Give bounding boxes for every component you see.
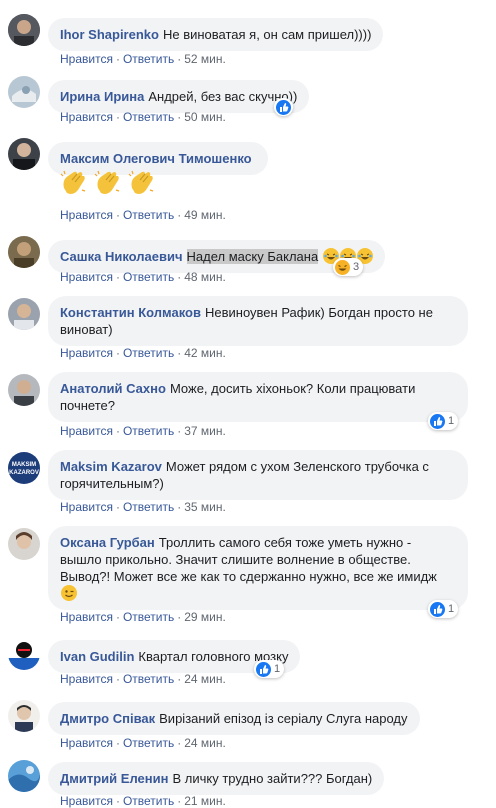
clapping-hands-emoji — [58, 168, 88, 198]
comment-time[interactable]: 24 мин. — [184, 672, 226, 686]
reply-button[interactable]: Ответить — [123, 794, 174, 808]
like-button[interactable]: Нравится — [60, 794, 113, 808]
reactions-badge[interactable]: 1 — [428, 412, 459, 430]
comment-time[interactable]: 24 мин. — [184, 736, 226, 750]
comment-actions: Нравится · Ответить · 52 мин. — [60, 52, 226, 66]
reactions-badge[interactable] — [274, 98, 293, 116]
like-button[interactable]: Нравится — [60, 610, 113, 624]
comment-actions: Нравится · Ответить · 24 мин. — [60, 672, 226, 686]
comment-bubble: Maksim Kazarov Может рядом с ухом Зеленск… — [48, 450, 468, 500]
reply-button[interactable]: Ответить — [123, 424, 174, 438]
comment-actions: Нравится · Ответить · 24 мин. — [60, 736, 226, 750]
reply-button[interactable]: Ответить — [123, 52, 174, 66]
avatar[interactable]: MAKSIM KAZAROV — [8, 452, 40, 484]
comment-author[interactable]: Максим Олегович Тимошенко — [60, 151, 252, 166]
comment-author[interactable]: Ivan Gudilin — [60, 649, 134, 664]
comment-time[interactable]: 37 мин. — [184, 424, 226, 438]
comment-actions: Нравится · Ответить · 42 мин. — [60, 346, 226, 360]
comment-bubble: Дмитрий Еленин В личку трудно зайти??? Бо… — [48, 762, 385, 795]
like-button[interactable]: Нравится — [60, 110, 113, 124]
reply-button[interactable]: Ответить — [123, 500, 174, 514]
comment-text: Вирізаний епізод із серіалу Слуга народу — [159, 711, 408, 726]
comment-author[interactable]: Ирина Ирина — [60, 89, 144, 104]
reply-button[interactable]: Ответить — [123, 672, 174, 686]
reaction-count: 1 — [448, 415, 455, 427]
like-button[interactable]: Нравится — [60, 736, 113, 750]
comment-actions: Нравится · Ответить · 35 мин. — [60, 500, 226, 514]
comment-author[interactable]: Ihor Shapirenko — [60, 27, 159, 42]
avatar[interactable] — [8, 700, 40, 732]
reply-button[interactable]: Ответить — [123, 736, 174, 750]
clapping-hands-emoji — [92, 168, 122, 198]
reaction-count: 1 — [448, 603, 455, 615]
comment-time[interactable]: 50 мин. — [184, 110, 226, 124]
reply-button[interactable]: Ответить — [123, 346, 174, 360]
comment-actions: Нравится · Ответить · 49 мин. — [60, 208, 226, 222]
comment-author[interactable]: Сашка Николаевич — [60, 249, 183, 264]
comment-text: Надел маску Баклана — [186, 249, 319, 264]
like-button[interactable]: Нравится — [60, 672, 113, 686]
reactions-badge[interactable]: 1 — [254, 660, 285, 678]
comment-author[interactable]: Оксана Гурбан — [60, 535, 155, 550]
like-reaction-icon — [430, 601, 445, 617]
comment-bubble: Оксана Гурбан Троллить самого себя тоже у… — [48, 526, 468, 610]
comment-time[interactable]: 52 мин. — [184, 52, 226, 66]
avatar[interactable] — [8, 76, 40, 108]
like-button[interactable]: Нравится — [60, 52, 113, 66]
avatar[interactable] — [8, 760, 40, 792]
avatar-logo: MAKSIM KAZAROV — [9, 462, 39, 476]
avatar[interactable] — [8, 638, 40, 670]
comment-bubble: Анатолий Сахно Може, досить хіхоньок? Кол… — [48, 372, 468, 422]
comment-author[interactable]: Дмитрий Еленин — [60, 771, 168, 786]
comment-bubble: Ирина Ирина Андрей, без вас скучно)) — [48, 80, 310, 113]
comment-bubble: Константин Колмаков Невиноувен Рафик) Бог… — [48, 296, 468, 346]
avatar[interactable] — [8, 14, 40, 46]
like-button[interactable]: Нравится — [60, 424, 113, 438]
like-reaction-icon — [276, 99, 291, 115]
comment-author[interactable]: Анатолий Сахно — [60, 381, 166, 396]
emoji-row — [58, 168, 160, 201]
comment-time[interactable]: 29 мин. — [184, 610, 226, 624]
reply-button[interactable]: Ответить — [123, 610, 174, 624]
reply-button[interactable]: Ответить — [123, 110, 174, 124]
comment-time[interactable]: 35 мин. — [184, 500, 226, 514]
comment-author[interactable]: Константин Колмаков — [60, 305, 201, 320]
avatar[interactable] — [8, 374, 40, 406]
comment-actions: Нравится · Ответить · 37 мин. — [60, 424, 226, 438]
like-button[interactable]: Нравится — [60, 500, 113, 514]
avatar[interactable] — [8, 528, 40, 560]
comment-bubble: Дмитро Співак Вирізаний епізод із серіалу… — [48, 702, 420, 735]
comment-time[interactable]: 49 мин. — [184, 208, 226, 222]
comment-time[interactable]: 48 мин. — [184, 270, 226, 284]
like-button[interactable]: Нравится — [60, 208, 113, 222]
comment-actions: Нравится · Ответить · 48 мин. — [60, 270, 226, 284]
comment-time[interactable]: 21 мин. — [184, 794, 226, 808]
comment-text: В личку трудно зайти??? Богдан) — [172, 771, 373, 786]
avatar[interactable] — [8, 138, 40, 170]
comment-text: Не виноватая я, он сам пришел)))) — [162, 27, 372, 42]
comment-actions: Нравится · Ответить · 21 мин. — [60, 794, 226, 808]
clapping-hands-emoji — [126, 168, 156, 198]
like-button[interactable]: Нравится — [60, 270, 113, 284]
reaction-count: 1 — [274, 663, 281, 675]
reactions-badge[interactable]: 3 — [333, 258, 364, 276]
wink-emoji — [61, 585, 77, 601]
reply-button[interactable]: Ответить — [123, 208, 174, 222]
comment-bubble: Ihor Shapirenko Не виноватая я, он сам пр… — [48, 18, 384, 51]
comment-author[interactable]: Maksim Kazarov — [60, 459, 162, 474]
comment-time[interactable]: 42 мин. — [184, 346, 226, 360]
comment-author[interactable]: Дмитро Співак — [60, 711, 155, 726]
avatar[interactable] — [8, 236, 40, 268]
reply-button[interactable]: Ответить — [123, 270, 174, 284]
comment-actions: Нравится · Ответить · 29 мин. — [60, 610, 226, 624]
reaction-count: 3 — [353, 261, 360, 273]
comment-actions: Нравится · Ответить · 50 мин. — [60, 110, 226, 124]
haha-reaction-icon — [335, 259, 350, 275]
like-button[interactable]: Нравится — [60, 346, 113, 360]
like-reaction-icon — [256, 661, 271, 677]
reactions-badge[interactable]: 1 — [428, 600, 459, 618]
avatar[interactable] — [8, 298, 40, 330]
like-reaction-icon — [430, 413, 445, 429]
